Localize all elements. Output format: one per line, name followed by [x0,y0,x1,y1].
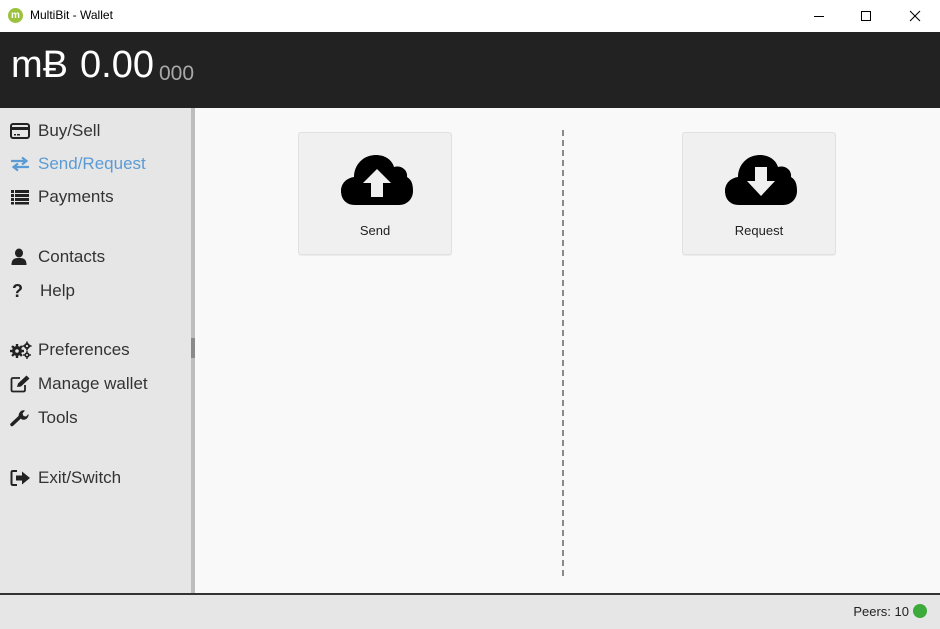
sidebar-item-label: Preferences [38,340,130,359]
wrench-icon [10,408,32,428]
sidebar-item-tools[interactable]: Tools [10,406,78,430]
sidebar-item-label: Buy/Sell [38,121,101,140]
list-icon [10,187,32,207]
sidebar-item-exit-switch[interactable]: Exit/Switch [10,466,121,490]
request-button[interactable]: Request [682,132,836,255]
cloud-download-icon [725,155,797,205]
sidebar-item-label: Contacts [38,247,106,266]
balance-amount: 0.00 [80,44,154,86]
title-bar: m MultiBit - Wallet [0,0,940,32]
status-bar [0,593,940,629]
sidebar-item-manage-wallet[interactable]: Manage wallet [10,372,148,396]
sidebar-item-label: Help [40,281,75,300]
minimize-icon [814,16,824,17]
peers-count: Peers: 10 [853,604,909,619]
send-button[interactable]: Send [298,132,452,255]
sidebar-item-label: Manage wallet [38,374,148,393]
sidebar-item-label: Exit/Switch [38,468,122,487]
sidebar-item-label: Send/Request [38,154,146,173]
gears-icon [10,340,32,360]
user-icon [10,247,32,267]
maximize-icon [861,11,871,21]
cloud-upload-icon [341,155,413,205]
question-icon: ? [12,280,23,301]
app-logo-icon: m [8,8,23,23]
sidebar-item-send-request[interactable]: Send/Request [10,152,146,176]
send-button-label: Send [359,223,391,238]
sidebar-item-label: Payments [38,187,114,206]
sidebar-item-contacts[interactable]: Contacts [10,245,105,269]
close-button[interactable] [892,0,938,32]
exchange-arrows-icon [10,154,32,174]
balance-unit-symbol: mɃ [11,44,68,86]
credit-card-icon [10,121,32,141]
sidebar-item-payments[interactable]: Payments [10,185,114,209]
window-title: MultiBit - Wallet [30,8,113,22]
send-request-divider [562,130,564,576]
edit-icon [10,374,32,394]
maximize-button[interactable] [843,0,889,32]
balance-amount-fraction: 000 [159,62,195,85]
sidebar-item-label: Tools [38,408,78,427]
sign-out-icon [10,468,32,488]
minimize-button[interactable] [796,0,842,32]
request-button-label: Request [734,223,784,238]
peers-status-indicator [913,604,927,618]
sidebar-item-help[interactable]: ? Help [10,279,75,303]
sidebar-item-preferences[interactable]: Preferences [10,338,130,362]
sidebar-item-buy-sell[interactable]: Buy/Sell [10,119,100,143]
close-icon [909,10,921,22]
